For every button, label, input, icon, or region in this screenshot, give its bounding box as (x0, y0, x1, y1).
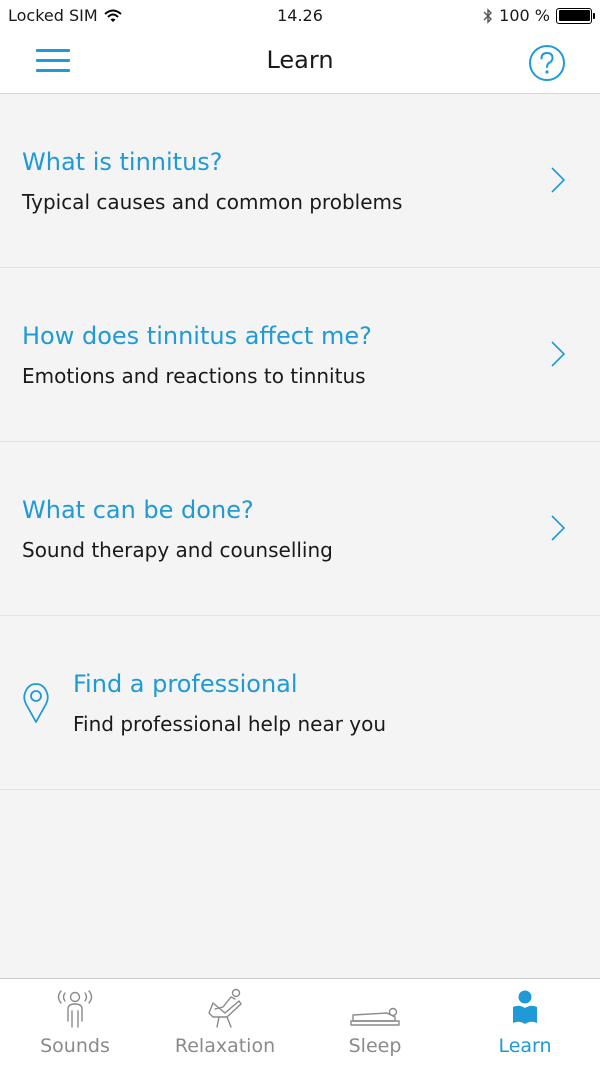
nav-bar: Learn (0, 32, 600, 94)
battery-percent: 100 % (499, 6, 550, 25)
learn-reader-icon (513, 990, 537, 1024)
tab-relaxation[interactable]: Relaxation (150, 979, 300, 1066)
location-pin-icon (23, 683, 49, 723)
list-item-title: Find a professional (73, 670, 298, 698)
chevron-right-icon (551, 341, 566, 367)
list-item-how-tinnitus-affects[interactable]: How does tinnitus affect me? Emotions an… (0, 268, 600, 442)
tab-label: Sounds (40, 1035, 110, 1057)
learn-list: What is tinnitus? Typical causes and com… (0, 94, 600, 790)
sounds-person-icon (57, 990, 93, 1028)
battery-icon (556, 7, 595, 24)
tab-bar: Sounds Relaxation Sleep Learn (0, 978, 600, 1066)
list-item-subtitle: Sound therapy and counselling (22, 538, 333, 562)
help-button[interactable] (528, 44, 566, 82)
status-right: 100 % (483, 6, 595, 25)
bluetooth-icon (483, 7, 493, 24)
list-item-what-is-tinnitus[interactable]: What is tinnitus? Typical causes and com… (0, 94, 600, 268)
list-item-subtitle: Emotions and reactions to tinnitus (22, 364, 366, 388)
relaxation-chair-icon (208, 988, 242, 1028)
list-item-what-can-be-done[interactable]: What can be done? Sound therapy and coun… (0, 442, 600, 616)
tab-learn[interactable]: Learn (450, 979, 600, 1066)
status-bar: Locked SIM 14.26 100 % (0, 0, 600, 32)
list-item-subtitle: Typical causes and common problems (22, 190, 403, 214)
tab-sleep[interactable]: Sleep (300, 979, 450, 1066)
sleep-bed-icon (350, 1007, 400, 1026)
list-item-title: How does tinnitus affect me? (22, 322, 372, 350)
chevron-right-icon (551, 167, 566, 193)
list-item-title: What is tinnitus? (22, 148, 223, 176)
tab-label: Sleep (348, 1035, 402, 1057)
list-item-subtitle: Find professional help near you (73, 712, 387, 736)
list-item-find-professional[interactable]: Find a professional Find professional he… (0, 616, 600, 790)
tab-sounds[interactable]: Sounds (0, 979, 150, 1066)
page-title: Learn (266, 46, 334, 74)
tab-label: Relaxation (174, 1035, 276, 1057)
list-item-title: What can be done? (22, 496, 254, 524)
tab-label: Learn (498, 1035, 552, 1057)
chevron-right-icon (551, 515, 566, 541)
